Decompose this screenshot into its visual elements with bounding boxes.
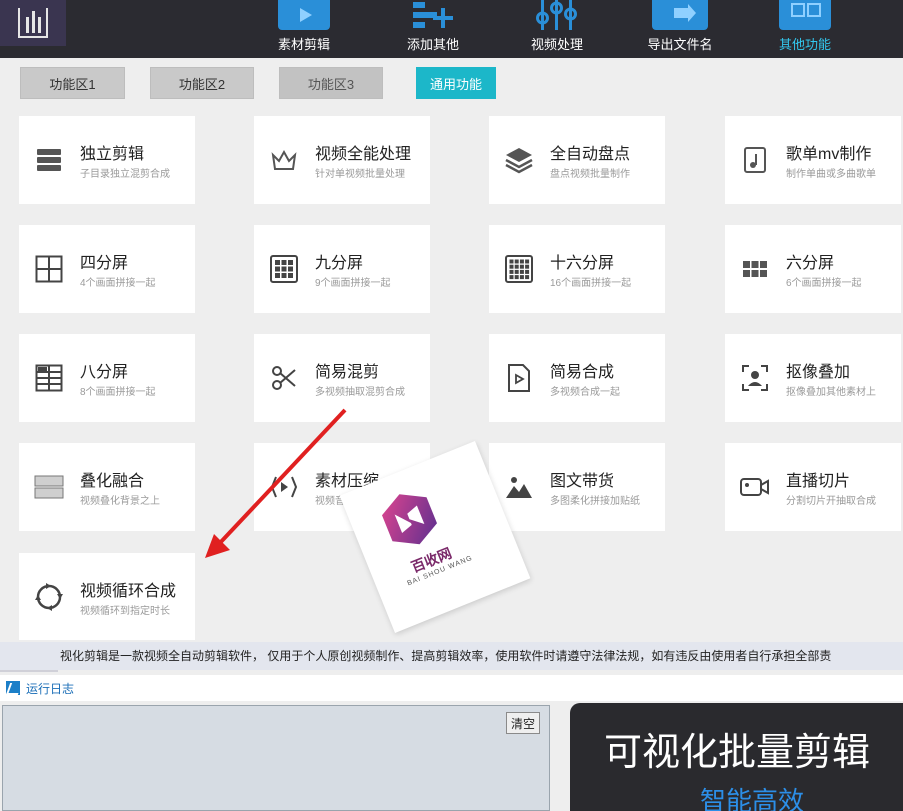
card-subtitle: 针对单视频批量处理: [315, 169, 405, 180]
grid-2x2-icon: [34, 254, 64, 284]
card-subtitle: 制作单曲或多曲歌单: [786, 169, 876, 180]
card-playlist-mv[interactable]: 歌单mv制作 制作单曲或多曲歌单: [725, 116, 901, 204]
card-title: 直播切片: [786, 473, 851, 490]
card-subtitle: 分割切片开抽取合成: [786, 496, 876, 507]
layers-icon: [504, 145, 534, 175]
card-four-split[interactable]: 四分屏 4个画面拼接一起: [19, 225, 195, 313]
log-icon: [6, 681, 20, 695]
card-title: 图文带货: [550, 473, 615, 490]
app-logo: [0, 0, 66, 46]
card-title: 抠像叠加: [786, 364, 851, 381]
log-title: 运行日志: [26, 681, 75, 696]
card-subtitle: 4个画面拼接一起: [80, 278, 156, 289]
tab-general-functions[interactable]: 通用功能: [416, 67, 496, 99]
toolbar-video-button[interactable]: 视频处理: [526, 0, 588, 58]
grid-3x3-icon: [269, 254, 299, 284]
card-subtitle: 多视频合成一起: [550, 387, 620, 398]
toolbar-clip-button[interactable]: 素材剪辑: [272, 0, 336, 58]
two-layers-icon: [34, 472, 64, 502]
scissors-icon: [269, 363, 299, 393]
tab-area-3[interactable]: 功能区3: [279, 67, 383, 99]
card-title: 简易合成: [550, 364, 615, 381]
top-toolbar: 素材剪辑 添加其他 视频处理 导出文件名 其他功能: [0, 0, 903, 58]
loop-icon: [34, 582, 64, 612]
card-sixteen-split[interactable]: 十六分屏 16个画面拼接一起: [489, 225, 665, 313]
card-video-all-process[interactable]: 视频全能处理 针对单视频批量处理: [254, 116, 430, 204]
card-title: 简易混剪: [315, 364, 380, 381]
card-nine-split[interactable]: 九分屏 9个画面拼接一起: [254, 225, 430, 313]
toolbar-other-button[interactable]: 其他功能: [772, 0, 838, 58]
card-subtitle: 视频循环到指定时长: [80, 606, 170, 617]
card-subtitle: 视频叠化背景之上: [80, 496, 160, 507]
toolbar-export-label: 导出文件名: [647, 37, 713, 52]
tab-area-2[interactable]: 功能区2: [150, 67, 254, 99]
card-title: 叠化融合: [80, 473, 145, 490]
card-auto-inventory[interactable]: 全自动盘点 盘点视频批量制作: [489, 116, 665, 204]
card-six-split[interactable]: 六分屏 6个画面拼接一起: [725, 225, 901, 313]
card-keying-overlay[interactable]: 抠像叠加 抠像叠加其他素材上: [725, 334, 901, 422]
image-icon: [504, 472, 534, 502]
card-subtitle: 8个画面拼接一起: [80, 387, 156, 398]
promo-subtitle: 智能高效: [700, 786, 805, 811]
log-header: 运行日志: [0, 675, 903, 701]
card-subtitle: 子目录独立混剪合成: [80, 169, 170, 180]
card-subtitle: 6个画面拼接一起: [786, 278, 862, 289]
promo-title: 可视化批量剪辑: [604, 732, 871, 774]
toolbar-video-label: 视频处理: [530, 37, 583, 52]
card-subtitle: 16个画面拼接一起: [550, 278, 632, 289]
card-title: 八分屏: [80, 364, 129, 381]
card-live-slice[interactable]: 直播切片 分割切片开抽取合成: [725, 443, 901, 531]
card-title: 视频全能处理: [315, 146, 412, 163]
card-title: 四分屏: [80, 255, 129, 272]
toolbar-add-button[interactable]: 添加其他: [400, 0, 466, 58]
crown-icon: [269, 145, 299, 175]
camera-icon: [740, 472, 770, 502]
export-icon: [652, 0, 708, 30]
logo-icon: [18, 8, 48, 38]
card-subtitle: 盘点视频批量制作: [550, 169, 630, 180]
card-title: 歌单mv制作: [786, 146, 872, 163]
card-independent-clip[interactable]: 独立剪辑 子目录独立混剪合成: [19, 116, 195, 204]
toolbar-clip-label: 素材剪辑: [277, 37, 330, 52]
stack-icon: [34, 145, 64, 175]
card-simple-compose[interactable]: 简易合成 多视频合成一起: [489, 334, 665, 422]
card-subtitle: 多视频抽取混剪合成: [315, 387, 405, 398]
sliders-icon: [531, 0, 583, 30]
toolbar-export-button[interactable]: 导出文件名: [642, 0, 718, 58]
card-title: 六分屏: [786, 255, 835, 272]
grid-3x2-icon: [740, 254, 770, 284]
grid-icon: [779, 0, 831, 30]
card-subtitle: 抠像叠加其他素材上: [786, 387, 876, 398]
log-textarea[interactable]: [2, 705, 550, 811]
card-title: 独立剪辑: [80, 146, 145, 163]
video-file-icon: [504, 363, 534, 393]
music-doc-icon: [740, 145, 770, 175]
disclaimer-notice: 视化剪辑是一款视频全自动剪辑软件， 仅用于个人原创视频制作、提高剪辑效率，使用软…: [0, 642, 903, 670]
toolbar-add-label: 添加其他: [406, 37, 459, 52]
card-subtitle: 9个画面拼接一起: [315, 278, 391, 289]
card-video-loop[interactable]: 视频循环合成 视频循环到指定时长: [19, 553, 195, 640]
tab-area-1[interactable]: 功能区1: [20, 67, 125, 99]
person-frame-icon: [740, 363, 770, 393]
compress-icon: [269, 472, 299, 502]
play-icon: [278, 0, 330, 30]
card-subtitle: 多图柔化拼接加贴纸: [550, 496, 640, 507]
card-title: 九分屏: [315, 255, 364, 272]
add-list-icon: [407, 0, 459, 30]
toolbar-other-label: 其他功能: [778, 37, 831, 52]
card-eight-split[interactable]: 八分屏 8个画面拼接一起: [19, 334, 195, 422]
grid-2x4-icon: [34, 363, 64, 393]
card-title: 视频循环合成: [80, 583, 177, 600]
clear-log-button[interactable]: 清空: [506, 712, 540, 734]
promo-panel: 可视化批量剪辑 智能高效: [570, 703, 903, 811]
grid-4x4-icon: [504, 254, 534, 284]
card-dissolve-blend[interactable]: 叠化融合 视频叠化背景之上: [19, 443, 195, 531]
card-simple-mix[interactable]: 简易混剪 多视频抽取混剪合成: [254, 334, 430, 422]
card-title: 十六分屏: [550, 255, 615, 272]
card-image-text-sales[interactable]: 图文带货 多图柔化拼接加贴纸: [489, 443, 665, 531]
card-title: 全自动盘点: [550, 146, 631, 163]
